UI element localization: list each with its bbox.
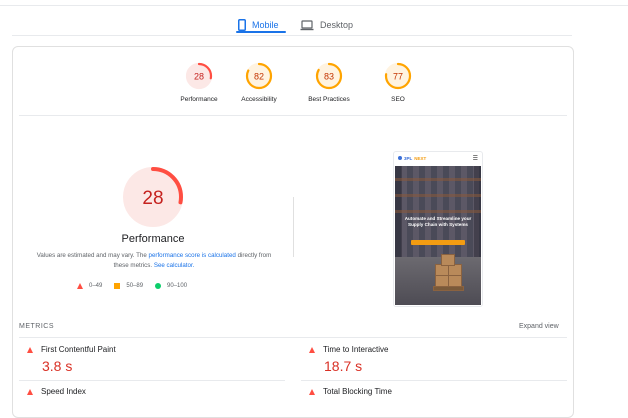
screenshot-cta-button	[411, 240, 465, 245]
shelf-row	[395, 210, 481, 213]
screenshot-header: 3PL NEXT ☰	[394, 152, 482, 164]
score-ring-best-practices: 83	[315, 62, 343, 90]
logo-accent: NEXT	[414, 155, 427, 161]
score-ring-accessibility: 82	[245, 62, 273, 90]
shelf-row	[395, 178, 481, 181]
metric-name: First Contentful Paint	[41, 345, 116, 354]
tab-desktop[interactable]: Desktop	[300, 14, 353, 36]
legend-average: 50–89	[114, 283, 143, 289]
metric-value: 3.8 s	[42, 358, 73, 374]
performance-score-large: 28	[142, 188, 163, 209]
metric-time-to-interactive: Time to Interactive 18.7 s	[309, 345, 559, 374]
score-ring-seo: 77	[384, 62, 412, 90]
metric-first-contentful-paint: First Contentful Paint 3.8 s	[27, 345, 277, 374]
top-divider	[0, 5, 628, 6]
performance-note: Values are estimated and may vary. The p…	[29, 251, 279, 271]
score-seo: 77	[393, 72, 403, 82]
report-card: 28 Performance 82 Accessibility 83 Best …	[12, 46, 574, 418]
metric-speed-index: Speed Index	[27, 387, 277, 396]
cargo-box	[441, 254, 455, 266]
label-accessibility: Accessibility	[241, 96, 277, 103]
legend-average-label: 50–89	[126, 283, 144, 289]
screenshot-logo: 3PL NEXT	[398, 156, 426, 161]
score-accessibility: 82	[254, 72, 264, 82]
legend-poor: 0–49	[77, 283, 102, 289]
vertical-divider	[293, 197, 294, 257]
metric-name: Speed Index	[41, 387, 86, 396]
tab-desktop-label: Desktop	[320, 20, 354, 30]
laptop-icon	[300, 19, 314, 30]
red-triangle-icon	[27, 346, 33, 353]
score-best-practices: 83	[324, 72, 334, 82]
metrics-heading: METRICS	[19, 323, 54, 330]
score-calculated-link[interactable]: performance score is calculated	[149, 252, 236, 259]
metrics-divider	[19, 337, 567, 338]
performance-title: Performance	[121, 233, 185, 245]
red-triangle-icon	[27, 388, 33, 395]
final-screenshot: 3PL NEXT ☰ Automate and Streamline your S…	[393, 151, 483, 307]
legend-good-label: 90–100	[167, 283, 188, 289]
pallet	[433, 286, 464, 291]
metric-name: Time to Interactive	[323, 345, 389, 354]
hamburger-icon: ☰	[472, 155, 478, 162]
legend-good: 90–100	[155, 283, 187, 289]
screenshot-hero-image: Automate and Streamline your Supply Chai…	[395, 166, 481, 305]
metric-name: Total Blocking Time	[323, 387, 392, 396]
legend-poor-label: 0–49	[89, 283, 103, 289]
metric-divider	[19, 380, 285, 381]
tabs-divider	[12, 35, 572, 36]
label-best-practices: Best Practices	[308, 96, 350, 103]
score-performance: 28	[194, 72, 204, 82]
gauges-divider	[19, 115, 567, 116]
metric-value: 18.7 s	[324, 358, 363, 374]
device-tabs: Mobile Desktop	[0, 14, 628, 36]
score-ring-performance: 28	[185, 62, 213, 90]
shelf-row	[395, 194, 481, 197]
expand-view-button[interactable]: Expand view	[519, 323, 559, 330]
metric-total-blocking-time: Total Blocking Time	[309, 387, 559, 396]
label-seo: SEO	[391, 96, 405, 103]
green-circle-icon	[155, 283, 162, 289]
orange-square-icon	[114, 283, 121, 289]
red-triangle-icon	[309, 388, 315, 395]
see-calculator-link[interactable]: See calculator.	[154, 262, 195, 269]
metric-divider	[301, 380, 567, 381]
note-text-1: Values are estimated and may vary. The	[36, 252, 149, 259]
red-triangle-icon	[77, 283, 83, 289]
performance-gauge-large: 28	[123, 167, 183, 227]
score-legend: 0–49 50–89 90–100	[77, 283, 237, 289]
active-tab-indicator	[236, 31, 286, 33]
logo-mark-icon	[398, 156, 402, 160]
tab-mobile-label: Mobile	[252, 20, 279, 30]
phone-icon	[238, 19, 246, 31]
logo-prefix: 3PL	[404, 155, 413, 161]
red-triangle-icon	[309, 346, 315, 353]
screenshot-hero-text: Automate and Streamline your Supply Chai…	[404, 216, 472, 227]
gauge-accessibility[interactable]: 82 Accessibility	[219, 62, 299, 103]
gauge-seo[interactable]: 77 SEO	[358, 62, 438, 103]
gauge-best-practices[interactable]: 83 Best Practices	[289, 62, 369, 103]
